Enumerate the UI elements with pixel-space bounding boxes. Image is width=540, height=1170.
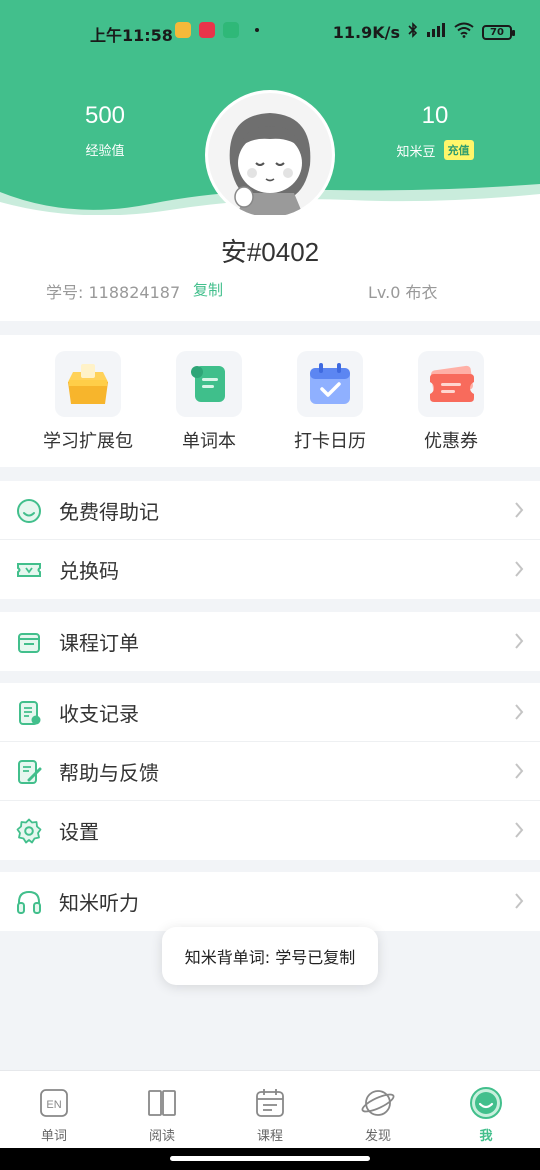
nav-words-label: 单词: [40, 1129, 67, 1144]
menu-course-orders[interactable]: 课程订单: [0, 612, 540, 671]
network-speed: 11.9K/s: [332, 22, 400, 42]
menu-free-mnemonic-label: 免费得助记: [59, 499, 159, 524]
menu-group-listening: 知米听力: [0, 872, 540, 931]
chevron-right-icon: [514, 501, 524, 523]
status-right: 11.9K/s 70: [332, 22, 515, 42]
status-notification-icons: [175, 22, 259, 38]
menu-listening[interactable]: 知米听力: [0, 872, 540, 931]
avatar-girl-illustration: [208, 93, 332, 217]
chevron-right-icon: [514, 821, 524, 843]
beans-label: 知米豆: [396, 144, 436, 160]
open-book-icon: [108, 1085, 216, 1121]
course-calendar-icon: [216, 1085, 324, 1121]
menu-group-rewards: 免费得助记 兑换码: [0, 481, 540, 599]
battery-icon: 70: [482, 24, 515, 40]
gear-icon: [16, 818, 42, 844]
menu-settings[interactable]: 设置: [0, 801, 540, 860]
tile-wordbook-label: 单词本: [182, 431, 236, 452]
nav-me[interactable]: 我: [432, 1085, 540, 1144]
menu-group-account: 收支记录 帮助与反馈 设置: [0, 683, 540, 860]
app-notification-icon: [199, 22, 215, 38]
bottom-nav: EN 单词 阅读 课程 发现 我: [0, 1070, 540, 1148]
username: 安#0402: [220, 237, 320, 267]
exp-stat: 500 经验值: [60, 102, 150, 159]
chevron-right-icon: [514, 892, 524, 914]
smile-face-active-icon: [432, 1085, 540, 1121]
beans-stat: 10 知米豆 充值: [380, 102, 490, 160]
chevron-right-icon: [514, 632, 524, 654]
exp-value: 500: [84, 102, 126, 129]
nav-reading[interactable]: 阅读: [108, 1085, 216, 1144]
checkin-calendar-icon: [297, 351, 363, 417]
package-box-icon: [55, 351, 121, 417]
chevron-right-icon: [514, 560, 524, 582]
menu-group-orders: 课程订单: [0, 612, 540, 671]
tile-coupons-label: 优惠券: [424, 431, 478, 452]
profile-info: 安#0402 学号: 118824187 复制 Lv.0 布衣: [0, 215, 540, 321]
battery-level: 70: [490, 26, 504, 38]
wordbook-scroll-icon: [176, 351, 242, 417]
student-id-label: 学号:: [46, 283, 84, 302]
more-notifications-dot: [255, 28, 259, 32]
signal-icon: [426, 22, 446, 42]
beans-value: 10: [421, 102, 449, 129]
coupon-ticket-icon: [418, 351, 484, 417]
edit-note-icon: [16, 759, 42, 785]
ticket-icon: [16, 557, 42, 583]
recharge-button[interactable]: 充值: [443, 140, 474, 160]
quick-tiles: 学习扩展包 单词本 打卡日历 优惠券: [0, 335, 540, 467]
order-calendar-icon: [16, 629, 42, 655]
chevron-right-icon: [514, 703, 524, 725]
menu-free-mnemonic[interactable]: 免费得助记: [0, 481, 540, 540]
chevron-right-icon: [514, 762, 524, 784]
menu-redeem-code-label: 兑换码: [59, 559, 119, 583]
menu-help-feedback[interactable]: 帮助与反馈: [0, 742, 540, 801]
en-card-icon: EN: [0, 1085, 108, 1121]
menu-settings-label: 设置: [59, 820, 99, 844]
wifi-icon: [454, 22, 474, 42]
gallery-app-icon: [223, 22, 239, 38]
nav-discover-label: 发现: [364, 1129, 391, 1144]
menu-course-orders-label: 课程订单: [59, 631, 139, 655]
tile-checkin-calendar[interactable]: 打卡日历: [270, 351, 390, 453]
tile-coupons[interactable]: 优惠券: [391, 351, 511, 453]
system-home-bar: [0, 1148, 540, 1170]
nav-words[interactable]: EN 单词: [0, 1085, 108, 1144]
receipt-icon: [16, 700, 42, 726]
tile-study-pack-label: 学习扩展包: [43, 431, 133, 452]
headphones-icon: [16, 889, 42, 915]
tile-checkin-calendar-label: 打卡日历: [294, 431, 366, 452]
smile-face-icon: [16, 498, 42, 524]
menu-help-feedback-label: 帮助与反馈: [59, 760, 159, 785]
exp-label: 经验值: [85, 144, 125, 159]
tile-wordbook[interactable]: 单词本: [149, 351, 269, 453]
nav-me-label: 我: [479, 1129, 493, 1144]
menu-transactions[interactable]: 收支记录: [0, 683, 540, 742]
menu-transactions-label: 收支记录: [59, 701, 139, 726]
copy-id-button[interactable]: 复制: [193, 279, 223, 300]
planet-icon: [324, 1085, 432, 1121]
bluetooth-icon: [408, 22, 418, 42]
tile-study-pack[interactable]: 学习扩展包: [28, 351, 148, 453]
menu-redeem-code[interactable]: 兑换码: [0, 540, 540, 599]
nav-reading-label: 阅读: [148, 1129, 175, 1144]
menu-listening-label: 知米听力: [59, 891, 139, 915]
nav-courses-label: 课程: [256, 1129, 283, 1144]
student-id: 学号: 118824187: [46, 279, 180, 303]
home-indicator[interactable]: [170, 1156, 370, 1161]
user-level: Lv.0 布衣: [368, 283, 438, 302]
nav-courses[interactable]: 课程: [216, 1085, 324, 1144]
copied-toast: 知米背单词: 学号已复制: [162, 927, 378, 985]
status-bar: 上午11:58 11.9K/s 70: [0, 0, 540, 62]
status-time: 上午11:58: [90, 26, 173, 45]
nav-discover[interactable]: 发现: [324, 1085, 432, 1144]
en-card-text: EN: [46, 1099, 61, 1111]
student-id-value: 118824187: [88, 283, 181, 302]
notes-app-icon: [175, 22, 191, 38]
avatar[interactable]: [208, 93, 332, 217]
